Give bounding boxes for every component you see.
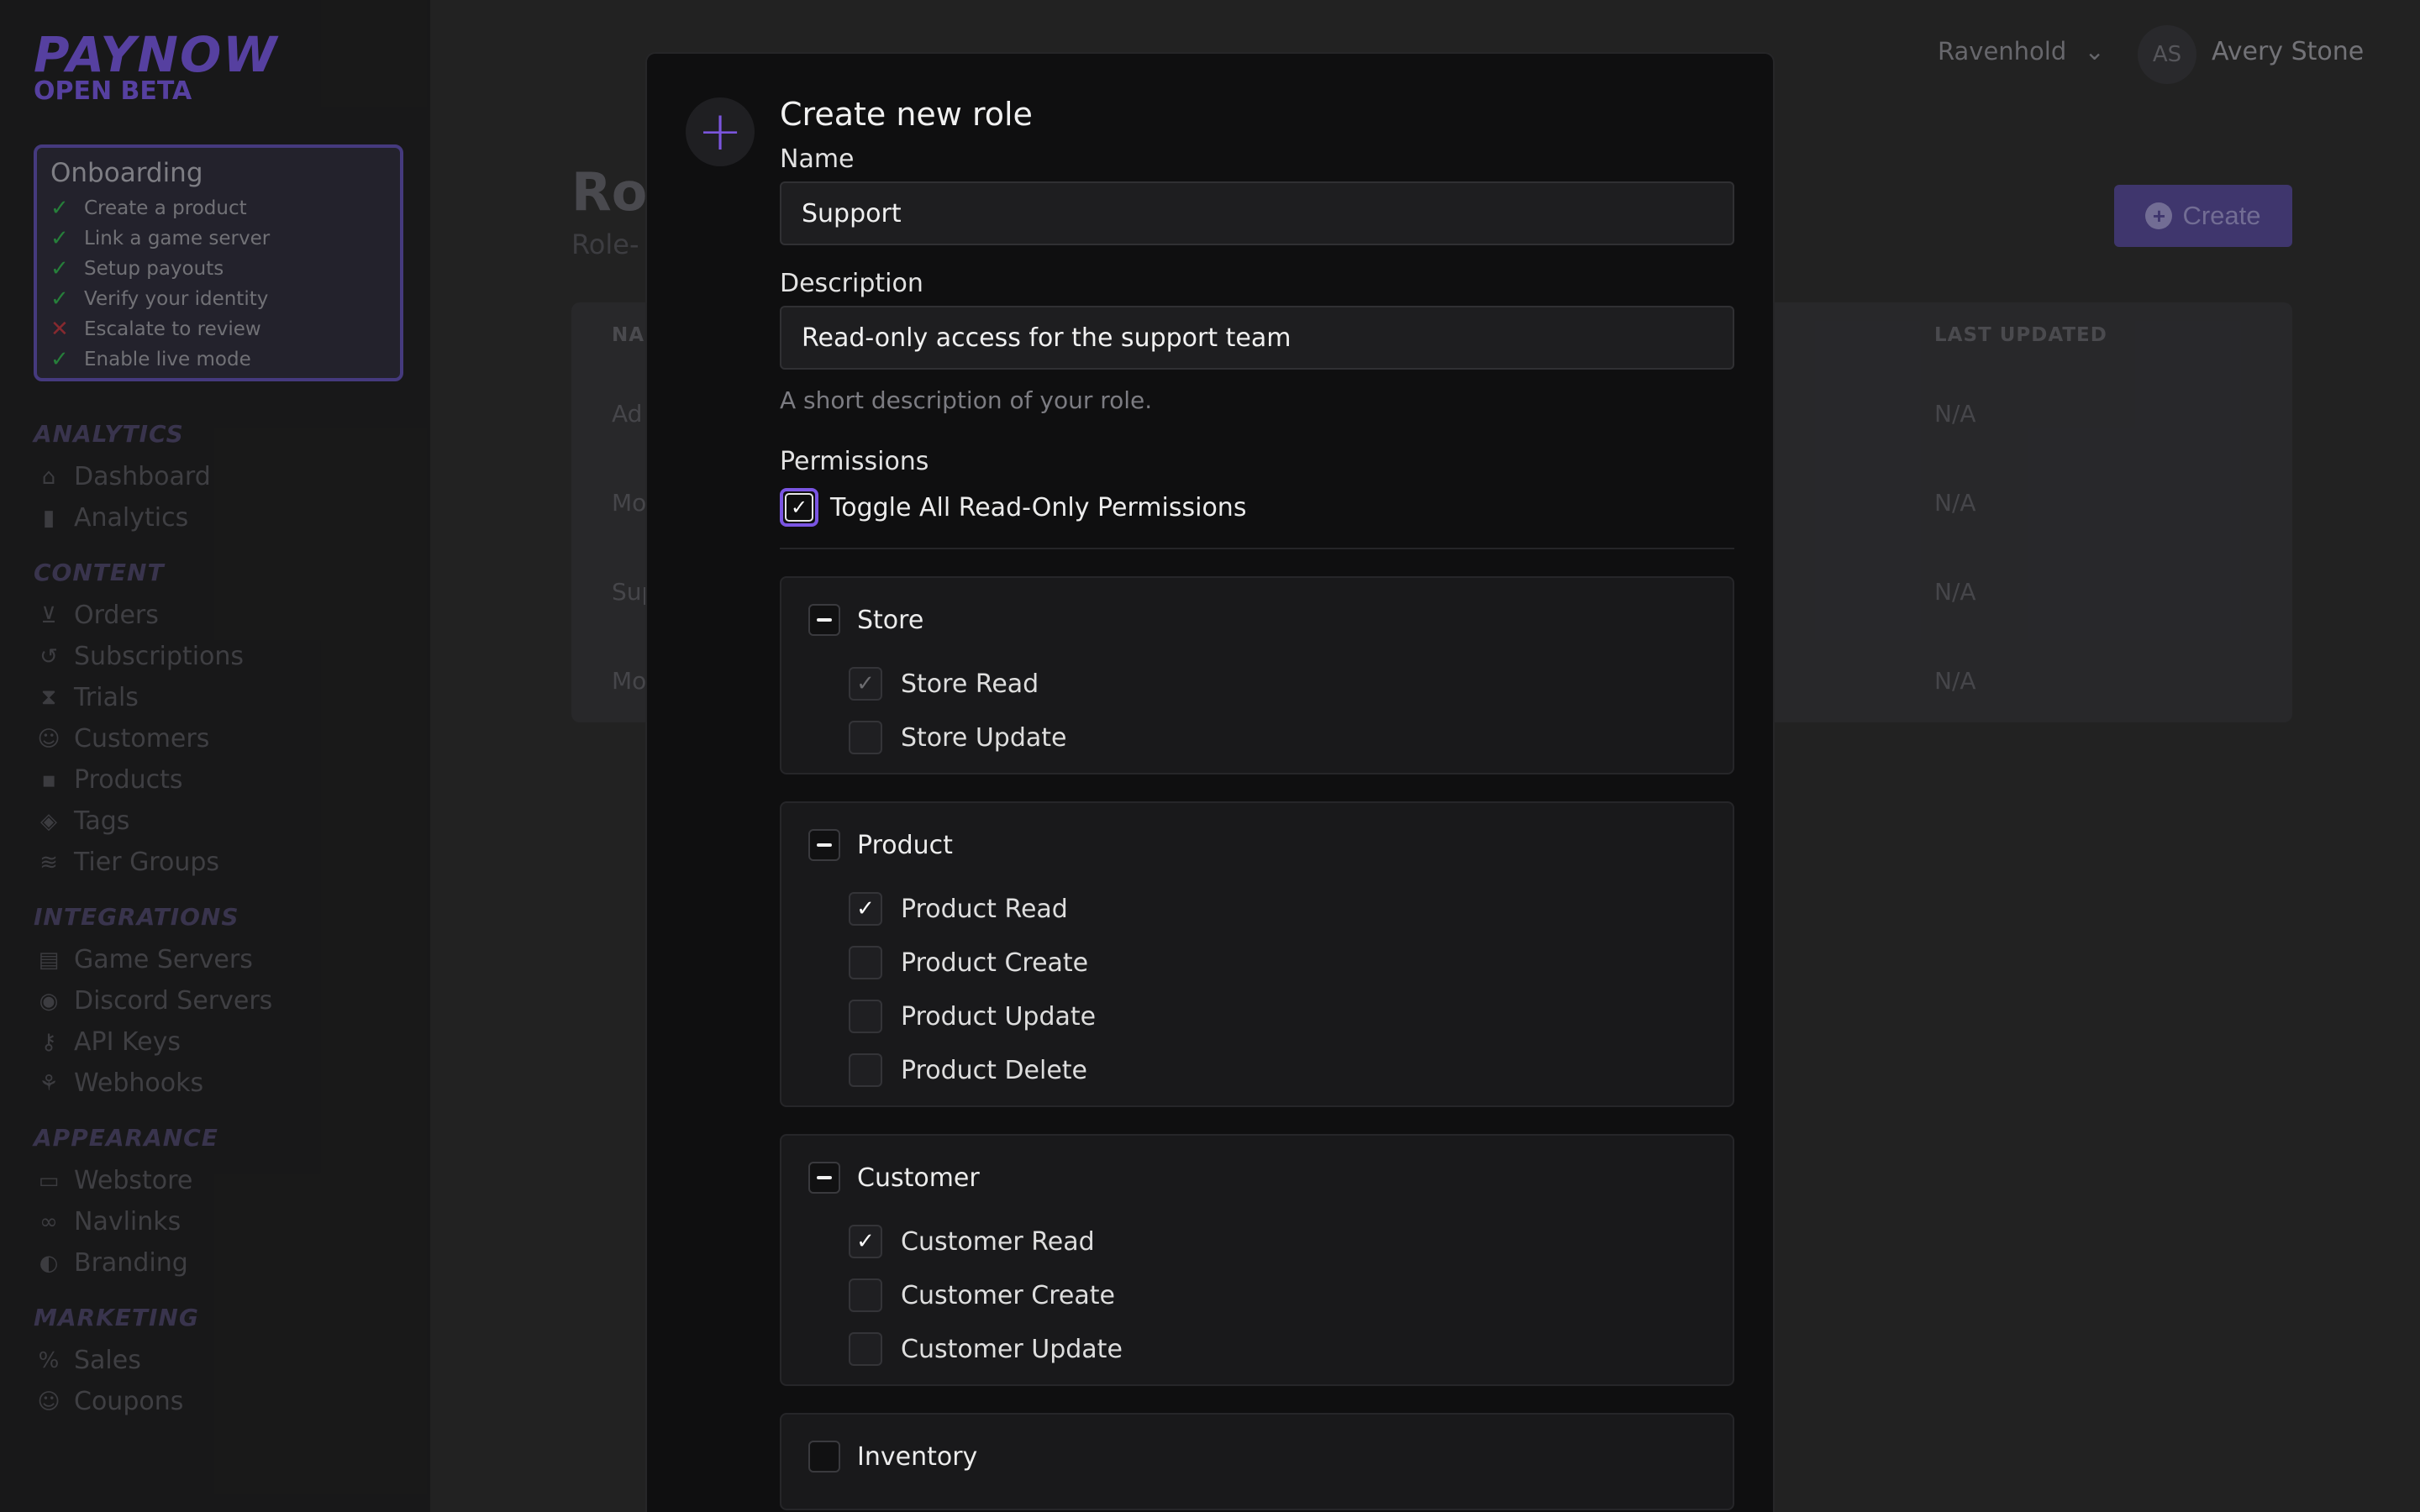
checkbox[interactable] bbox=[849, 721, 882, 754]
permission-customer-update[interactable]: Customer Update bbox=[849, 1322, 1706, 1376]
group-name: Inventory bbox=[857, 1441, 978, 1472]
permission-customer-create[interactable]: Customer Create bbox=[849, 1268, 1706, 1322]
group-name: Customer bbox=[857, 1163, 980, 1193]
group-checkbox-inventory[interactable] bbox=[808, 1441, 840, 1473]
checkbox[interactable] bbox=[849, 1053, 882, 1087]
permission-group-product: Product ✓ Product Read Product Create Pr… bbox=[780, 801, 1734, 1107]
minus-icon bbox=[817, 1176, 832, 1179]
permission-store-read[interactable]: ✓ Store Read bbox=[849, 657, 1706, 711]
create-role-modal: + Create new role Name Support Descripti… bbox=[645, 52, 1775, 1512]
permission-product-update[interactable]: Product Update bbox=[849, 990, 1706, 1043]
group-checkbox-product[interactable] bbox=[808, 829, 840, 861]
permission-store-update[interactable]: Store Update bbox=[849, 711, 1706, 764]
permission-group-inventory: Inventory bbox=[780, 1413, 1734, 1510]
name-input[interactable]: Support bbox=[780, 181, 1734, 245]
permission-group-store: Store ✓ Store Read Store Update bbox=[780, 576, 1734, 774]
checkbox[interactable] bbox=[849, 1332, 882, 1366]
modal-title: Create new role bbox=[780, 96, 1033, 133]
toggle-all-read-only[interactable]: ✓ Toggle All Read-Only Permissions bbox=[780, 484, 1734, 531]
description-label: Description bbox=[780, 269, 923, 298]
check-icon: ✓ bbox=[785, 493, 813, 522]
name-label: Name bbox=[780, 144, 855, 174]
group-checkbox-customer[interactable] bbox=[808, 1162, 840, 1194]
minus-icon bbox=[817, 843, 832, 847]
permission-product-read[interactable]: ✓ Product Read bbox=[849, 882, 1706, 936]
minus-icon bbox=[817, 618, 832, 622]
description-hint: A short description of your role. bbox=[780, 386, 1153, 414]
checkbox[interactable] bbox=[849, 1000, 882, 1033]
checkbox[interactable] bbox=[849, 946, 882, 979]
plus-icon: + bbox=[686, 97, 755, 166]
permission-customer-read[interactable]: ✓ Customer Read bbox=[849, 1215, 1706, 1268]
group-name: Store bbox=[857, 605, 924, 635]
check-icon[interactable]: ✓ bbox=[849, 1225, 882, 1258]
checkbox[interactable] bbox=[849, 1278, 882, 1312]
check-icon[interactable]: ✓ bbox=[849, 667, 882, 701]
group-name: Product bbox=[857, 830, 953, 860]
group-checkbox-store[interactable] bbox=[808, 604, 840, 636]
permission-product-create[interactable]: Product Create bbox=[849, 936, 1706, 990]
check-icon[interactable]: ✓ bbox=[849, 892, 882, 926]
permission-product-delete[interactable]: Product Delete bbox=[849, 1043, 1706, 1097]
permissions-label: Permissions bbox=[780, 447, 929, 476]
toggle-all-checkbox[interactable]: ✓ bbox=[780, 488, 818, 527]
description-input[interactable]: Read-only access for the support team bbox=[780, 306, 1734, 370]
permission-group-customer: Customer ✓ Customer Read Customer Create… bbox=[780, 1134, 1734, 1386]
divider bbox=[780, 548, 1734, 549]
